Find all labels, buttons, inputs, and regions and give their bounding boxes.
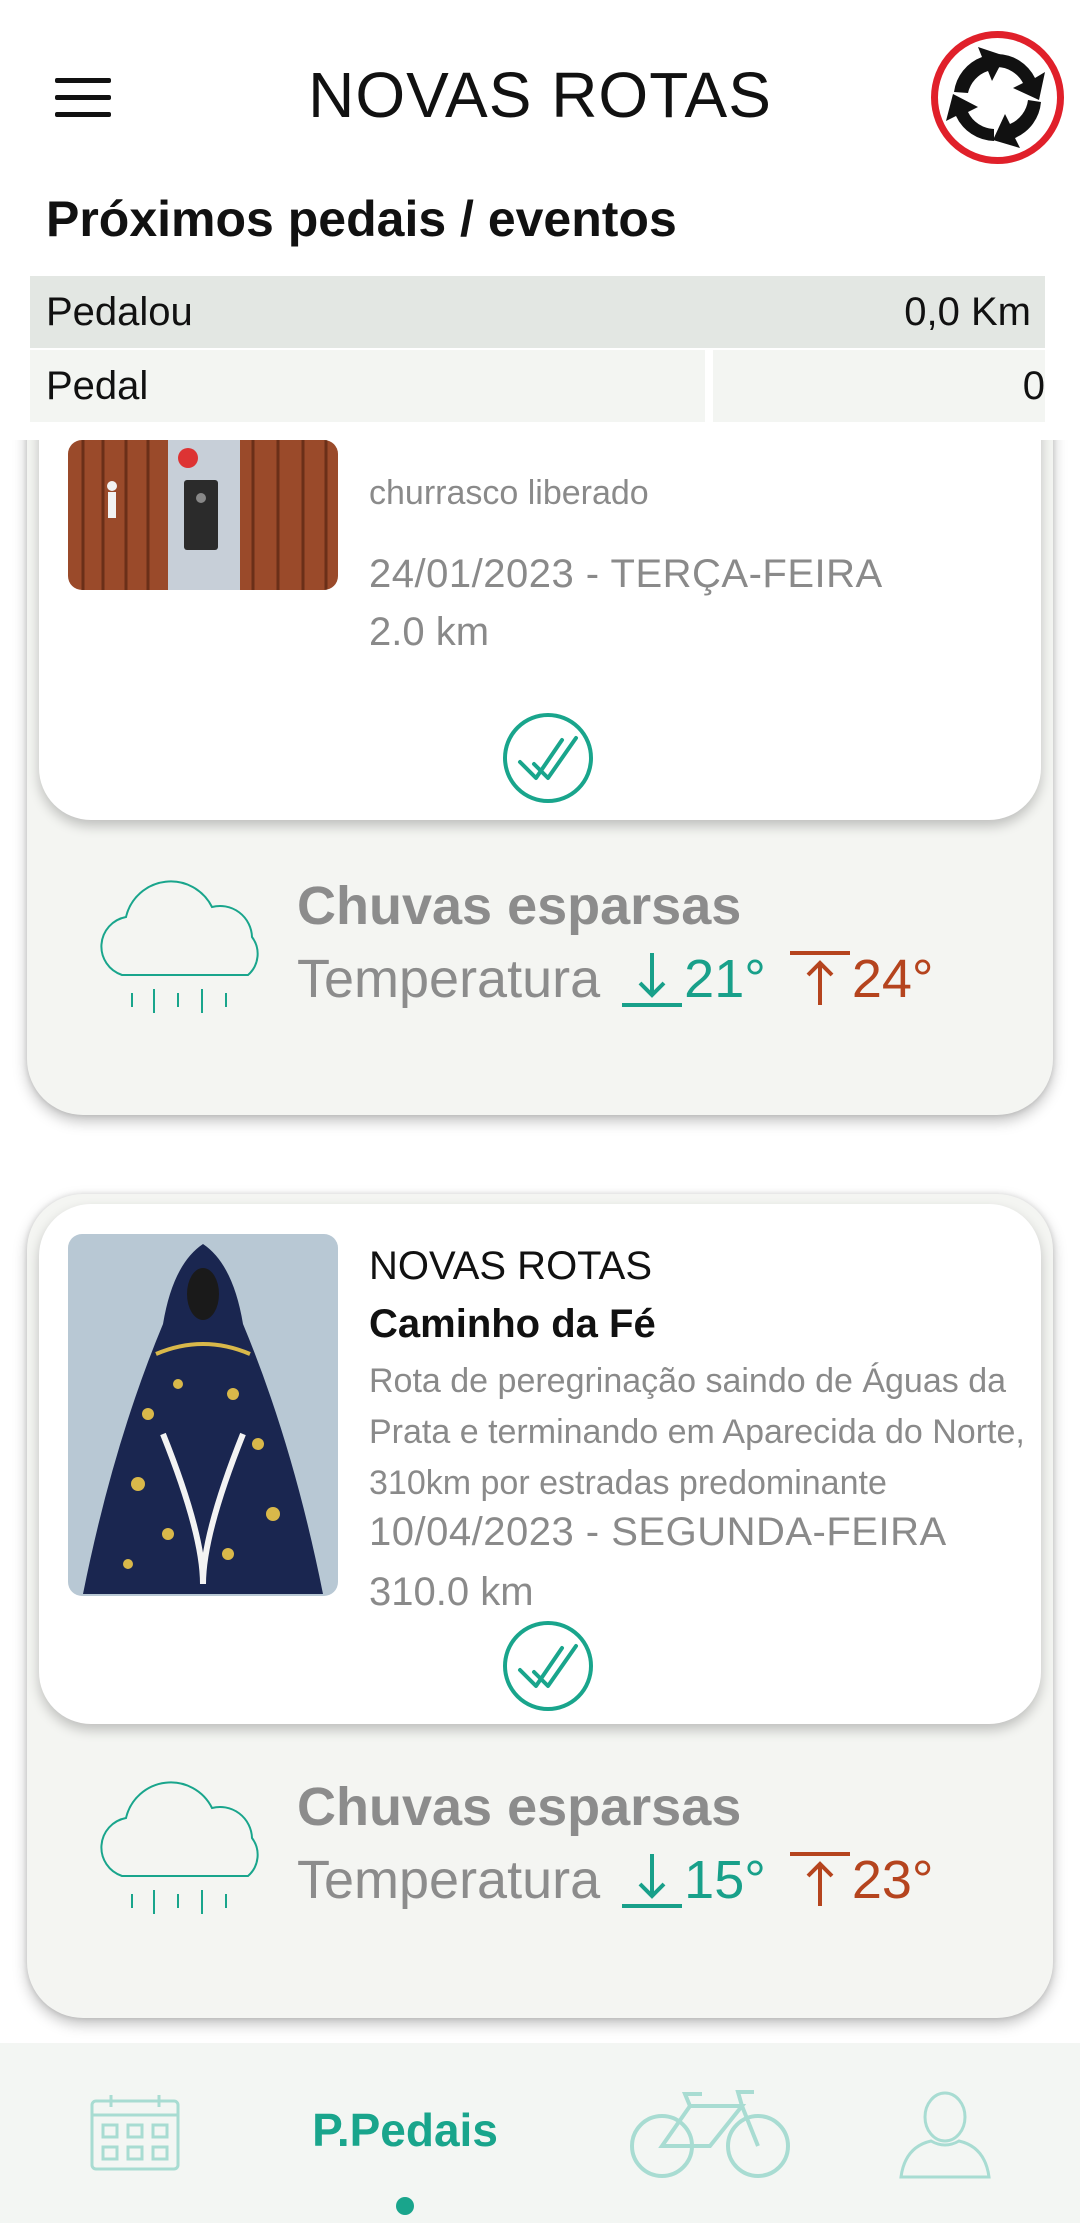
rain-cloud-icon bbox=[100, 880, 259, 1013]
nav-calendar[interactable] bbox=[80, 2043, 190, 2223]
stat-row-pedalou: Pedalou 0,0 Km bbox=[30, 276, 1045, 348]
calendar-icon bbox=[90, 2095, 180, 2171]
bottom-navigation: P.Pedais bbox=[0, 2043, 1080, 2223]
active-tab-indicator bbox=[396, 2197, 414, 2215]
stat-label-pedal: Pedal bbox=[46, 363, 149, 408]
event-description: Rota de peregrinação saindo de Águas da … bbox=[369, 1362, 1025, 1502]
stat-row-pedal: Pedal 0 bbox=[30, 350, 1045, 422]
weather-condition: Chuvas esparsas bbox=[297, 1777, 742, 1837]
event-detail[interactable]: churrasco liberado 24/01/2023 - TERÇA-FE… bbox=[39, 440, 1041, 820]
event-group: NOVAS ROTAS bbox=[369, 1244, 653, 1288]
double-check-icon[interactable] bbox=[502, 712, 594, 804]
stat-value-pedal: 0 bbox=[1022, 363, 1045, 408]
stat-value-pedalou: 0,0 Km bbox=[904, 289, 1031, 334]
nav-label-pedais: P.Pedais bbox=[312, 2104, 498, 2156]
event-card[interactable]: NOVAS ROTAS Caminho da Fé Rota de peregr… bbox=[27, 1194, 1053, 2018]
event-date: 24/01/2023 - TERÇA-FEIRA bbox=[369, 552, 883, 596]
event-distance: 2.0 km bbox=[369, 610, 490, 654]
app-bar: NOVAS ROTAS bbox=[0, 0, 1080, 195]
arrow-down-icon bbox=[622, 1854, 683, 1908]
temp-min: 21° bbox=[684, 949, 766, 1009]
event-distance: 310.0 km bbox=[369, 1570, 534, 1614]
event-date: 10/04/2023 - SEGUNDA-FEIRA bbox=[369, 1510, 947, 1554]
bicycle-icon bbox=[630, 2089, 790, 2178]
user-profile-icon bbox=[899, 2091, 991, 2179]
nav-profile[interactable] bbox=[890, 2043, 1000, 2223]
rain-cloud-icon bbox=[100, 1781, 259, 1914]
app-title: NOVAS ROTAS bbox=[308, 59, 772, 131]
nav-proximos-pedais[interactable]: P.Pedais bbox=[270, 2043, 540, 2223]
nav-bike[interactable] bbox=[625, 2043, 795, 2223]
event-thumbnail bbox=[68, 440, 338, 590]
event-detail[interactable]: NOVAS ROTAS Caminho da Fé Rota de peregr… bbox=[39, 1204, 1041, 1724]
stat-label-pedalou: Pedalou bbox=[46, 289, 193, 334]
temperature-label: Temperatura bbox=[297, 949, 601, 1009]
event-name: Caminho da Fé bbox=[369, 1302, 656, 1346]
roundabout-logo-icon[interactable] bbox=[930, 30, 1065, 165]
double-check-icon[interactable] bbox=[502, 1620, 594, 1712]
temperature-label: Temperatura bbox=[297, 1850, 601, 1910]
weather-temperature: Temperatura 15° 23° bbox=[297, 1849, 934, 1911]
event-list[interactable]: churrasco liberado 24/01/2023 - TERÇA-FE… bbox=[0, 440, 1080, 2040]
event-card[interactable]: churrasco liberado 24/01/2023 - TERÇA-FE… bbox=[27, 440, 1053, 1115]
event-description: churrasco liberado bbox=[369, 474, 649, 512]
temp-max: 23° bbox=[851, 1850, 934, 1910]
temp-max: 24° bbox=[851, 949, 934, 1009]
event-thumbnail bbox=[68, 1234, 338, 1596]
arrow-up-icon bbox=[789, 1852, 850, 1906]
temp-min: 15° bbox=[684, 1850, 766, 1910]
weather-condition: Chuvas esparsas bbox=[297, 876, 742, 936]
arrow-up-icon bbox=[789, 951, 850, 1005]
arrow-down-icon bbox=[622, 953, 683, 1007]
weather-temperature: Temperatura 21° 24° bbox=[297, 948, 934, 1010]
section-title: Próximos pedais / eventos bbox=[46, 191, 677, 247]
